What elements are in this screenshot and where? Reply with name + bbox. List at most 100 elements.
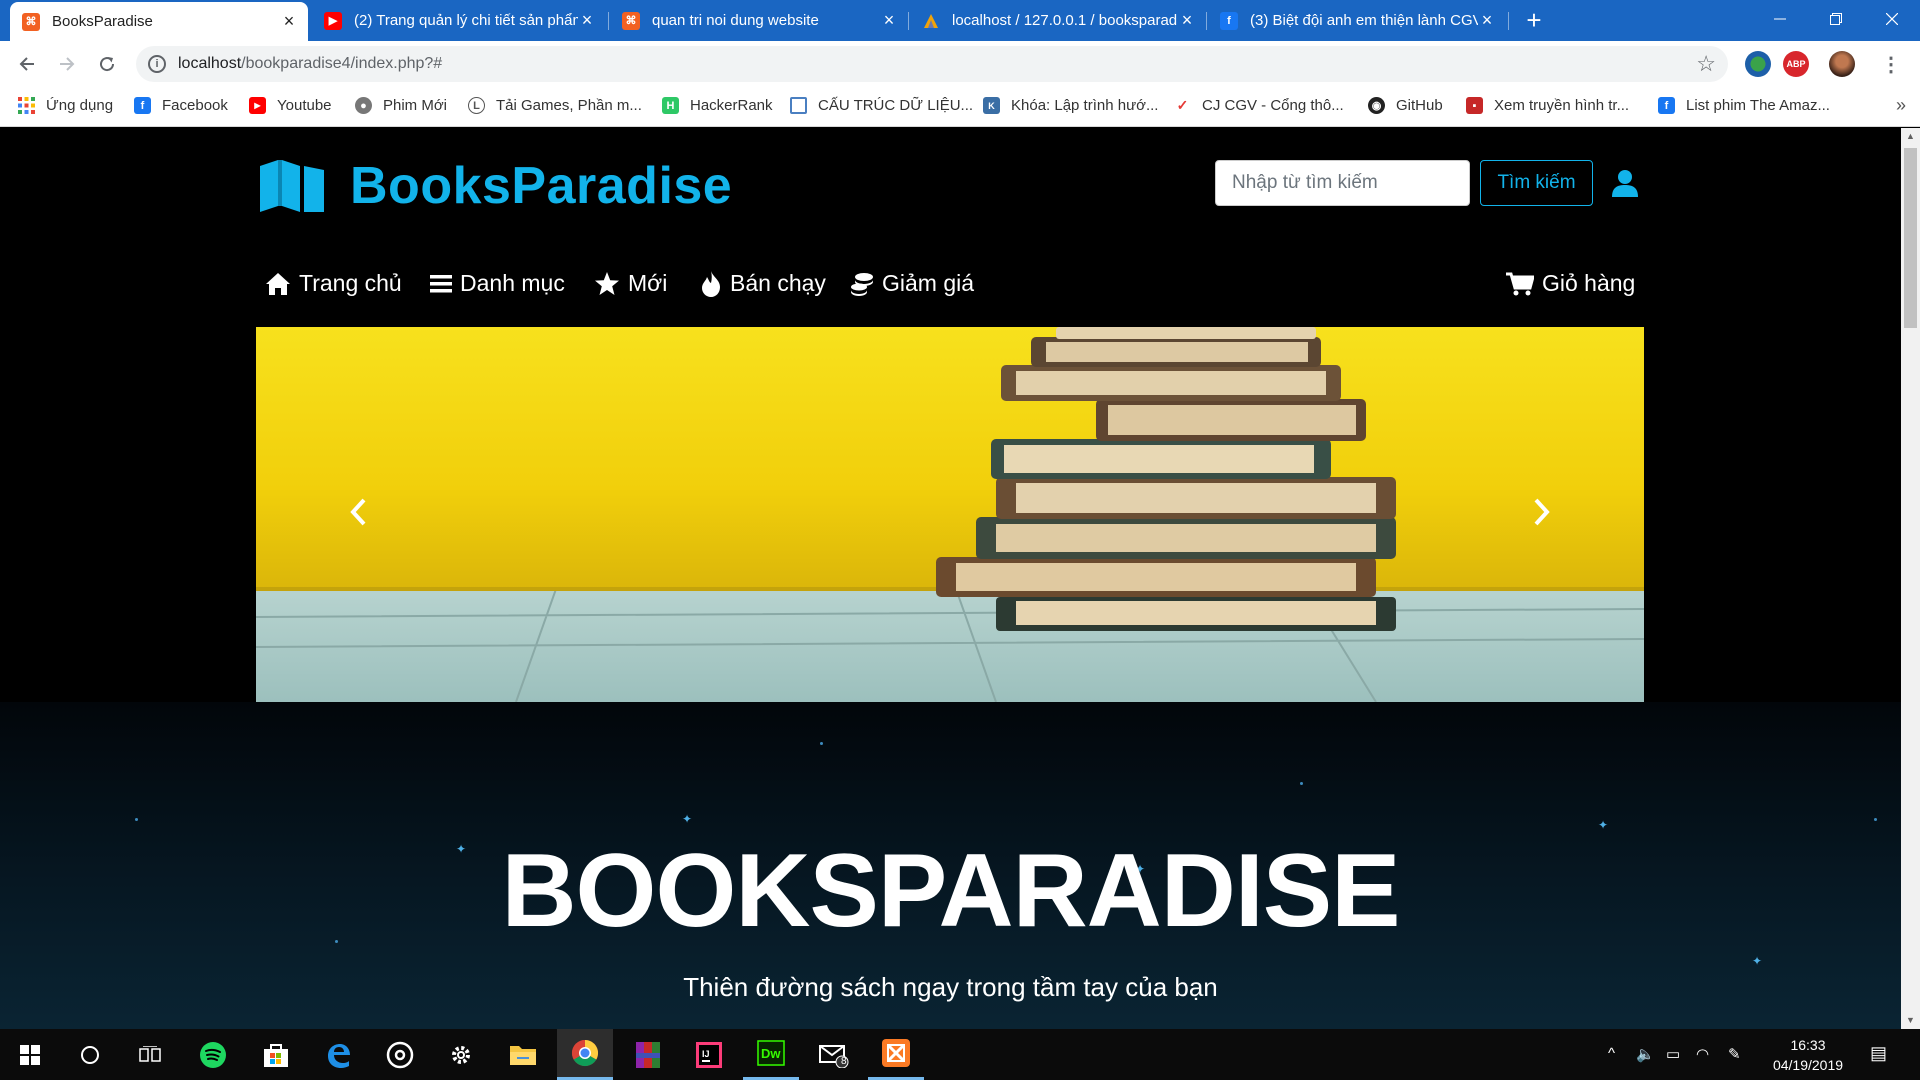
carousel-prev-button[interactable] (338, 487, 378, 537)
page-scrollbar[interactable]: ▲ ▼ (1901, 128, 1920, 1029)
bookmark-xem-truyen-hinh[interactable]: ▪ Xem truyền hình tr... (1466, 97, 1629, 114)
user-icon[interactable] (1612, 169, 1638, 197)
groove-icon (386, 1041, 414, 1068)
xampp-icon: ⌘ (22, 12, 40, 31)
scroll-down-arrow-icon[interactable]: ▼ (1901, 1012, 1920, 1029)
scrollbar-thumb[interactable] (1904, 148, 1917, 328)
nav-categories[interactable]: Danh mục (430, 270, 565, 297)
bookmark-label: Xem truyền hình tr... (1494, 97, 1630, 114)
close-icon[interactable]: × (880, 10, 898, 31)
bookmark-github[interactable]: ◉ GitHub (1368, 97, 1443, 114)
tab-title: BooksParadise (52, 13, 153, 30)
chrome-icon (571, 1039, 599, 1067)
folder-icon (510, 1045, 536, 1065)
document-icon (790, 97, 807, 114)
bookmark-hackerrank[interactable]: H HackerRank (662, 97, 773, 114)
bookmark-list-phim[interactable]: f List phim The Amaz... (1658, 97, 1830, 114)
url-text[interactable]: localhost/bookparadise4/index.php?# (178, 55, 442, 73)
site-logo[interactable]: BooksParadise (256, 156, 732, 216)
bookmark-apps[interactable]: Ứng dụng (18, 97, 113, 114)
close-icon[interactable]: × (1178, 10, 1196, 31)
windows-icon (20, 1044, 40, 1065)
hero-title: BOOKSPARADISE (501, 833, 1400, 949)
cortana-button[interactable] (62, 1029, 118, 1080)
menu-dots-icon[interactable]: ⋮ (1876, 49, 1906, 79)
xampp-button[interactable] (868, 1029, 924, 1080)
fire-icon (702, 270, 720, 297)
nav-discounts[interactable]: Giảm giá (850, 270, 974, 297)
close-icon[interactable]: × (1478, 10, 1496, 31)
tab-phpmyadmin[interactable]: localhost / 127.0.0.1 / booksparadise × (910, 0, 1206, 41)
restore-button[interactable] (1808, 0, 1864, 38)
clock-date: 04/19/2019 (1772, 1057, 1844, 1073)
store-icon (264, 1043, 288, 1067)
tab-cms[interactable]: ⌘ quan tri noi dung website × (610, 0, 908, 41)
bookmark-cau-truc[interactable]: CẤU TRÚC DỮ LIỆU... (790, 97, 973, 114)
address-bar[interactable]: i localhost/bookparadise4/index.php?# ☆ (136, 46, 1728, 82)
nav-new[interactable]: Mới (594, 270, 667, 297)
new-tab-button[interactable]: + (1520, 6, 1548, 34)
bookmark-tai-games[interactable]: L Tải Games, Phần m... (468, 97, 642, 114)
system-clock[interactable]: 16:33 04/19/2019 (1758, 1035, 1858, 1075)
close-icon[interactable]: × (280, 11, 298, 32)
bookmark-phim-moi[interactable]: ● Phim Mới (355, 97, 447, 114)
bookmark-facebook[interactable]: f Facebook (134, 97, 228, 114)
nav-best-sellers[interactable]: Bán chạy (700, 270, 826, 297)
close-icon[interactable]: × (578, 10, 596, 31)
volume-icon[interactable]: 🔈 (1636, 1045, 1655, 1063)
svg-text:IJ: IJ (702, 1049, 710, 1059)
forward-button[interactable] (52, 49, 82, 79)
adblock-plus-icon[interactable]: ABP (1783, 51, 1809, 77)
notifications-icon[interactable]: ▤ (1870, 1043, 1887, 1064)
chrome-button[interactable] (557, 1029, 613, 1080)
minimize-button[interactable] (1752, 0, 1808, 38)
tab-separator (1508, 12, 1509, 30)
tab-product-admin[interactable]: ▶ (2) Trang quản lý chi tiết sản phẩm × (312, 0, 606, 41)
carousel-next-button[interactable] (1522, 487, 1562, 537)
file-explorer-button[interactable] (495, 1029, 551, 1080)
store-button[interactable] (248, 1029, 304, 1080)
tab-booksparadise[interactable]: ⌘ BooksParadise × (10, 2, 308, 41)
close-window-button[interactable] (1864, 0, 1920, 38)
nav-cart[interactable]: Giỏ hàng (1506, 270, 1635, 297)
edge-button[interactable] (310, 1029, 366, 1080)
nav-label: Mới (628, 270, 668, 296)
scroll-up-arrow-icon[interactable]: ▲ (1901, 128, 1920, 145)
xampp-icon: ⌘ (622, 11, 640, 30)
wifi-icon[interactable]: ◠ (1696, 1045, 1709, 1063)
intellij-button[interactable]: IJ (681, 1029, 737, 1080)
profile-avatar[interactable] (1829, 51, 1855, 77)
bookmark-cgv[interactable]: ✓ CJ CGV - Cổng thô... (1174, 97, 1344, 114)
battery-icon[interactable]: ▭ (1666, 1045, 1680, 1063)
nav-home[interactable]: Trang chủ (265, 270, 402, 297)
start-button[interactable] (2, 1029, 58, 1080)
mail-button[interactable]: 8 (806, 1029, 862, 1080)
more-bookmarks-button[interactable]: » (1896, 95, 1906, 116)
bookmark-label: HackerRank (690, 97, 773, 114)
nav-label: Danh mục (460, 270, 565, 296)
spotify-button[interactable] (185, 1029, 241, 1080)
tab-facebook-group[interactable]: f (3) Biệt đội anh em thiện lành CGV × (1208, 0, 1506, 41)
reload-button[interactable] (92, 49, 122, 79)
info-icon[interactable]: i (148, 55, 166, 73)
winrar-button[interactable] (620, 1029, 676, 1080)
search-button[interactable]: Tìm kiếm (1480, 160, 1593, 206)
groove-button[interactable] (372, 1029, 428, 1080)
brand-name: BooksParadise (350, 157, 733, 215)
back-button[interactable] (12, 49, 42, 79)
bookmark-star-icon[interactable]: ☆ (1696, 51, 1716, 77)
task-view-button[interactable] (122, 1029, 178, 1080)
pen-workspace-icon[interactable]: ✎ (1728, 1045, 1741, 1063)
search-circle-icon (81, 1045, 99, 1064)
bookmark-khoa-lap-trinh[interactable]: K Khóa: Lập trình hướ... (983, 97, 1158, 114)
bookmark-youtube[interactable]: ▶ Youtube (249, 97, 332, 114)
extension-globe-icon[interactable] (1745, 51, 1771, 77)
bookmark-label: Khóa: Lập trình hướ... (1011, 97, 1159, 114)
search-input[interactable] (1215, 160, 1470, 206)
list-icon (430, 274, 452, 292)
dreamweaver-button[interactable]: Dw (743, 1029, 799, 1080)
hero-carousel[interactable] (256, 327, 1644, 702)
show-hidden-icons-chevron-icon[interactable]: ^ (1608, 1045, 1615, 1062)
settings-button[interactable] (433, 1029, 489, 1080)
nav-label: Giảm giá (882, 270, 975, 296)
